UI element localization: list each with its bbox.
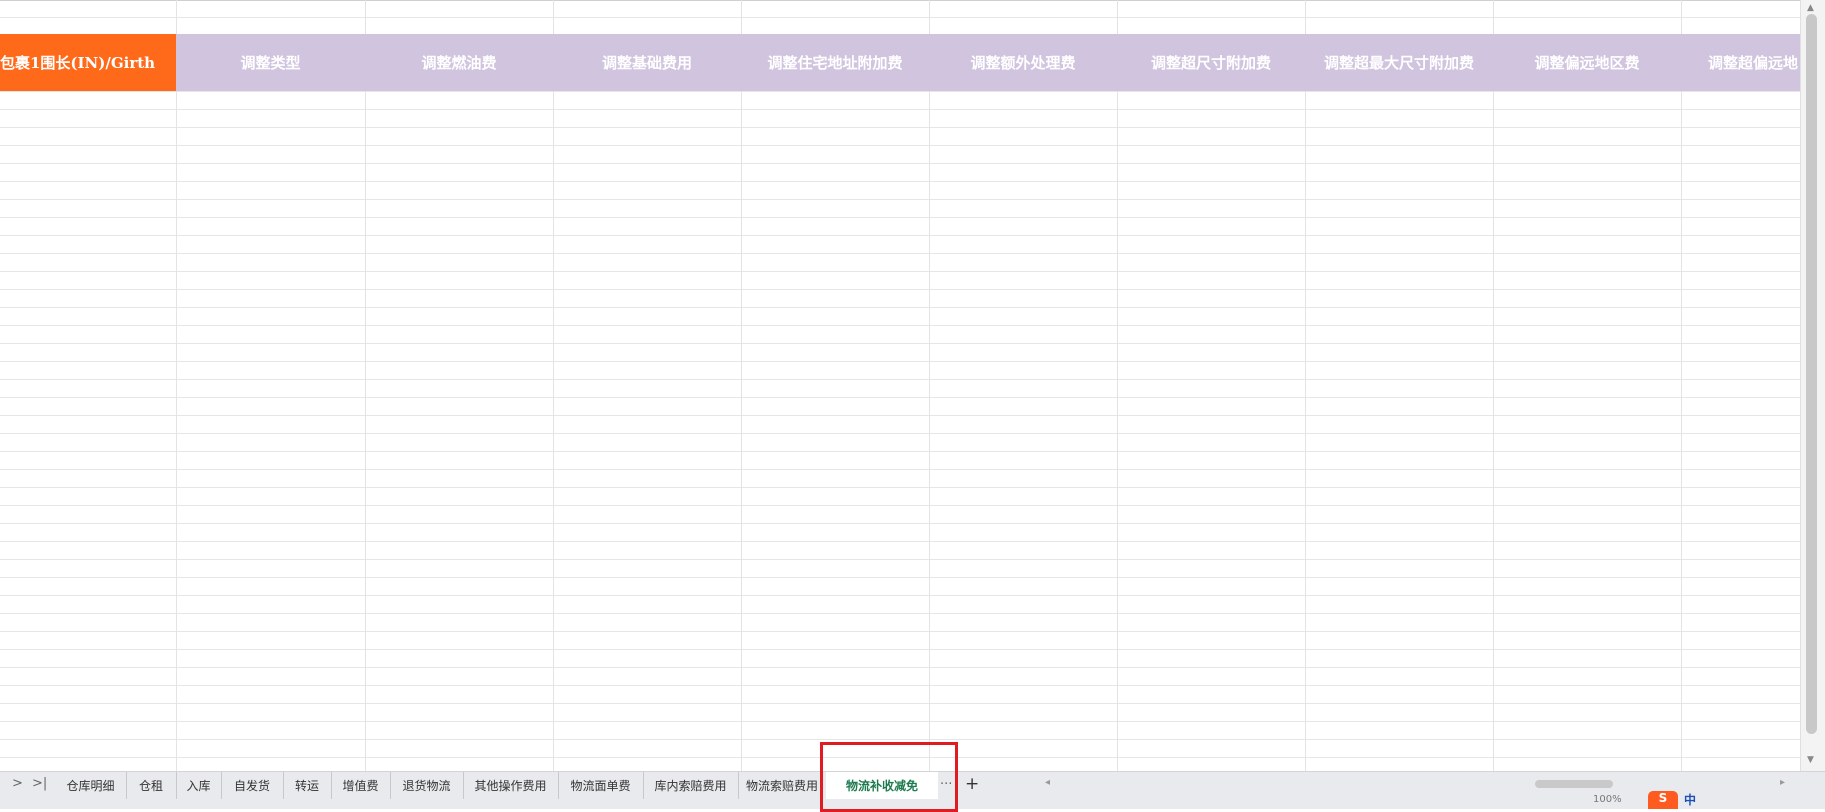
row-divider	[0, 397, 1800, 398]
ime-logo-icon[interactable]: S	[1648, 791, 1678, 809]
row-divider	[0, 379, 1800, 380]
sheet-tab-inbound[interactable]: 入库	[176, 772, 222, 799]
scroll-left-icon[interactable]: ◂	[1045, 777, 1050, 788]
sheet-tab-self-ship[interactable]: 自发货	[221, 772, 284, 799]
chevron-right-icon[interactable]: >	[12, 776, 23, 791]
ime-mode-indicator[interactable]: 中	[1684, 791, 1696, 808]
row-divider	[0, 109, 1800, 110]
row-divider	[0, 235, 1800, 236]
header-cell-oversize[interactable]: 调整超尺寸附加费	[1117, 34, 1305, 91]
scroll-right-icon[interactable]: ▸	[1780, 777, 1785, 788]
row-divider	[0, 577, 1800, 578]
highlight-box	[820, 742, 958, 812]
row-divider	[0, 271, 1800, 272]
row-divider	[0, 343, 1800, 344]
column-divider	[1117, 0, 1118, 771]
row-divider	[0, 595, 1800, 596]
sheet-tab-transfer[interactable]: 转运	[283, 772, 332, 799]
column-divider	[176, 0, 177, 771]
row-divider	[0, 181, 1800, 182]
row-divider	[0, 505, 1800, 506]
column-divider	[365, 0, 366, 771]
header-cell-fuel[interactable]: 调整燃油费	[365, 34, 553, 91]
row-divider	[0, 199, 1800, 200]
sheet-tab-label-fee[interactable]: 物流面单费	[558, 772, 644, 799]
sheet-tab-other-ops[interactable]: 其他操作费用	[463, 772, 559, 799]
header-cell-girth[interactable]: 包裹1围长(IN)/Girth	[0, 34, 176, 91]
column-divider	[553, 0, 554, 771]
row-divider	[0, 451, 1800, 452]
sheet-tab-logistics-claims[interactable]: 物流索赔费用	[738, 772, 827, 799]
column-divider	[1305, 0, 1306, 771]
row-divider	[0, 253, 1800, 254]
zoom-level[interactable]: 100%	[1593, 794, 1622, 805]
horizontal-scrollbar[interactable]: ◂ ▸	[1045, 777, 1785, 791]
row-divider	[0, 433, 1800, 434]
sheet-tab-warehouse-detail[interactable]: 仓库明细	[55, 772, 127, 799]
spreadsheet-grid[interactable]: 包裹1围长(IN)/Girth 调整类型 调整燃油费 调整基础费用 调整住宅地址…	[0, 0, 1800, 771]
horizontal-scroll-thumb[interactable]	[1535, 780, 1613, 788]
header-row: 包裹1围长(IN)/Girth 调整类型 调整燃油费 调整基础费用 调整住宅地址…	[0, 34, 1800, 91]
vertical-scrollbar[interactable]: ▲ ▼	[1800, 0, 1825, 771]
column-divider	[1493, 0, 1494, 771]
row-divider	[0, 631, 1800, 632]
row-divider	[0, 163, 1800, 164]
row-divider	[0, 667, 1800, 668]
sheet-tab-value-added[interactable]: 增值费	[331, 772, 391, 799]
row-divider	[0, 217, 1800, 218]
row-divider	[0, 91, 1800, 92]
header-cell-base-fee[interactable]: 调整基础费用	[553, 34, 741, 91]
row-divider	[0, 415, 1800, 416]
last-sheet-icon[interactable]: >|	[32, 776, 47, 791]
header-cell-residential[interactable]: 调整住宅地址附加费	[741, 34, 929, 91]
header-cell-over-max-size[interactable]: 调整超最大尺寸附加费	[1305, 34, 1493, 91]
row-divider	[0, 307, 1800, 308]
row-divider	[0, 289, 1800, 290]
row-divider	[0, 361, 1800, 362]
scroll-up-icon[interactable]: ▲	[1807, 3, 1814, 13]
row-divider	[0, 127, 1800, 128]
row-divider	[0, 469, 1800, 470]
row-divider	[0, 541, 1800, 542]
row-divider	[0, 685, 1800, 686]
row-divider	[0, 613, 1800, 614]
row-divider	[0, 721, 1800, 722]
row-divider	[0, 325, 1800, 326]
row-divider	[0, 739, 1800, 740]
vertical-scroll-thumb[interactable]	[1806, 14, 1817, 734]
column-divider	[929, 0, 930, 771]
row-divider	[0, 703, 1800, 704]
top-border	[0, 0, 1800, 1]
row-divider	[0, 559, 1800, 560]
header-cell-extra-handling[interactable]: 调整额外处理费	[929, 34, 1117, 91]
header-cell-adjust-type[interactable]: 调整类型	[176, 34, 365, 91]
sheet-tab-warehouse-claims[interactable]: 库内索赔费用	[643, 772, 739, 799]
scroll-down-icon[interactable]: ▼	[1807, 755, 1814, 765]
sheet-tab-return-logistics[interactable]: 退货物流	[390, 772, 464, 799]
row-divider	[0, 523, 1800, 524]
header-cell-remote-area[interactable]: 调整偏远地区费	[1493, 34, 1681, 91]
column-divider	[1681, 0, 1682, 771]
header-cell-extended-remote[interactable]: 调整超偏远地	[1681, 34, 1800, 91]
row-divider	[0, 487, 1800, 488]
add-sheet-icon[interactable]: +	[965, 774, 979, 794]
column-divider	[741, 0, 742, 771]
sheet-tab-storage-rent[interactable]: 仓租	[126, 772, 177, 799]
row-divider	[0, 17, 1800, 18]
row-divider	[0, 145, 1800, 146]
row-divider	[0, 649, 1800, 650]
